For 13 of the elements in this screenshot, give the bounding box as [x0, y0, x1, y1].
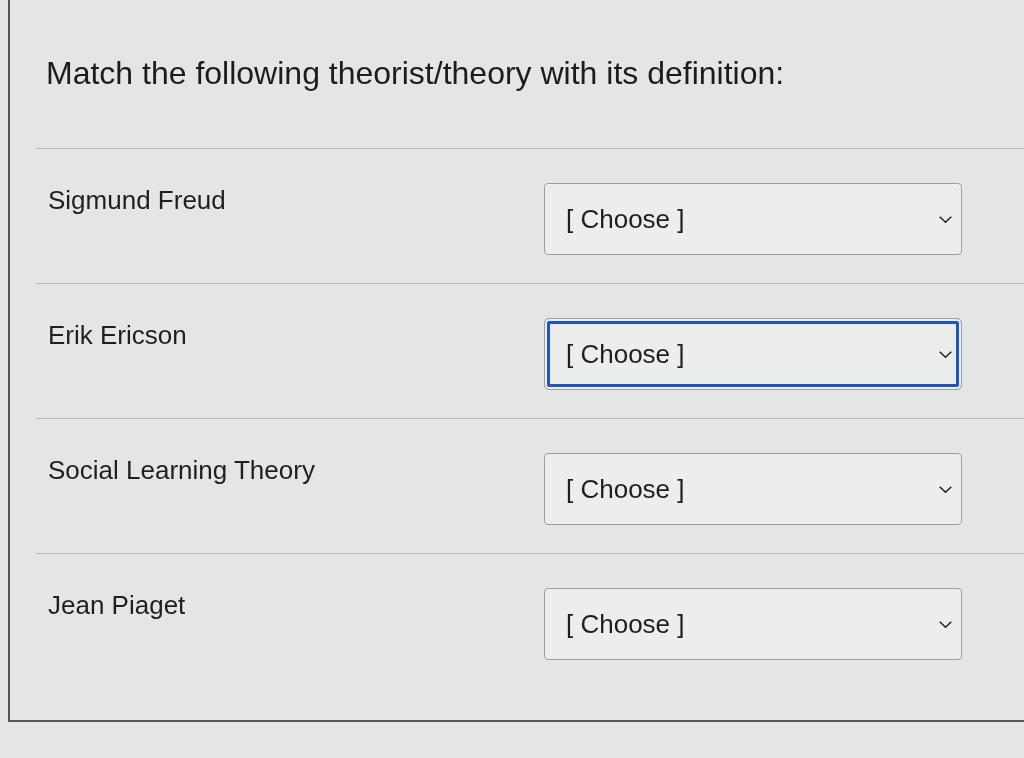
chevron-down-icon	[939, 620, 952, 628]
chevron-down-icon	[939, 215, 952, 223]
chevron-down-icon	[939, 485, 952, 493]
term-label: Erik Ericson	[48, 320, 187, 350]
dropdown-select[interactable]: [ Choose ]	[544, 318, 962, 390]
dropdown-select[interactable]: [ Choose ]	[544, 453, 962, 525]
term-label: Social Learning Theory	[48, 455, 315, 485]
dropdown-select[interactable]: [ Choose ]	[544, 588, 962, 660]
chevron-down-icon	[939, 350, 952, 358]
dropdown-select[interactable]: [ Choose ]	[544, 183, 962, 255]
term-label: Jean Piaget	[48, 590, 186, 620]
question-prompt: Match the following theorist/theory with its definition:	[46, 55, 785, 91]
term-label: Sigmund Freud	[48, 185, 226, 215]
